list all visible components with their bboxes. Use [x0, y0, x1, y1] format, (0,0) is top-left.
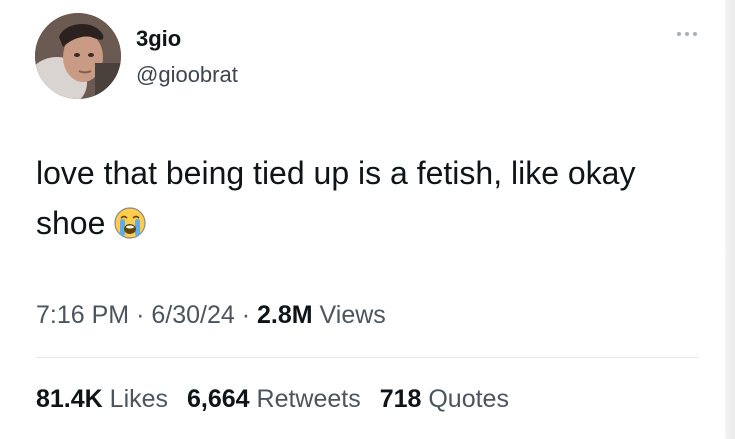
profile-photo-icon [35, 13, 121, 99]
dot [677, 32, 681, 36]
retweets-label: Retweets [256, 385, 361, 413]
views-count: 2.8M [257, 301, 313, 329]
ellipsis-icon[interactable] [670, 24, 704, 44]
likes-count: 81.4K [36, 385, 103, 413]
separator: · [136, 301, 145, 329]
page-edge [725, 0, 735, 439]
tweet-text: love that being tied up is a fetish, lik… [36, 148, 706, 254]
dot [685, 32, 689, 36]
quotes-label: Quotes [428, 385, 509, 413]
display-name[interactable]: 3gio [136, 26, 181, 52]
likes-stat[interactable]: 81.4K Likes [36, 385, 168, 413]
quotes-stat[interactable]: 718 Quotes [380, 385, 509, 413]
divider [36, 357, 698, 358]
likes-label: Likes [109, 385, 169, 413]
tweet-card: 3gio @gioobrat love that being tied up i… [0, 0, 735, 439]
quotes-count: 718 [379, 385, 422, 413]
dot [693, 32, 697, 36]
tweet-time[interactable]: 7:16 PM [36, 301, 129, 329]
user-handle[interactable]: @gioobrat [136, 62, 238, 88]
tweet-date[interactable]: 6/30/24 [151, 301, 234, 329]
views-label: Views [319, 301, 386, 329]
retweets-count: 6,664 [187, 385, 250, 413]
engagement-stats: 81.4K Likes 6,664 Retweets 718 Quotes [36, 382, 521, 416]
avatar[interactable] [35, 13, 121, 99]
loudly-crying-face-icon [113, 204, 147, 254]
retweets-stat[interactable]: 6,664 Retweets [187, 385, 361, 413]
separator: · [241, 301, 251, 329]
tweet-meta: 7:16 PM · 6/30/24 · 2.8M Views [36, 298, 386, 332]
